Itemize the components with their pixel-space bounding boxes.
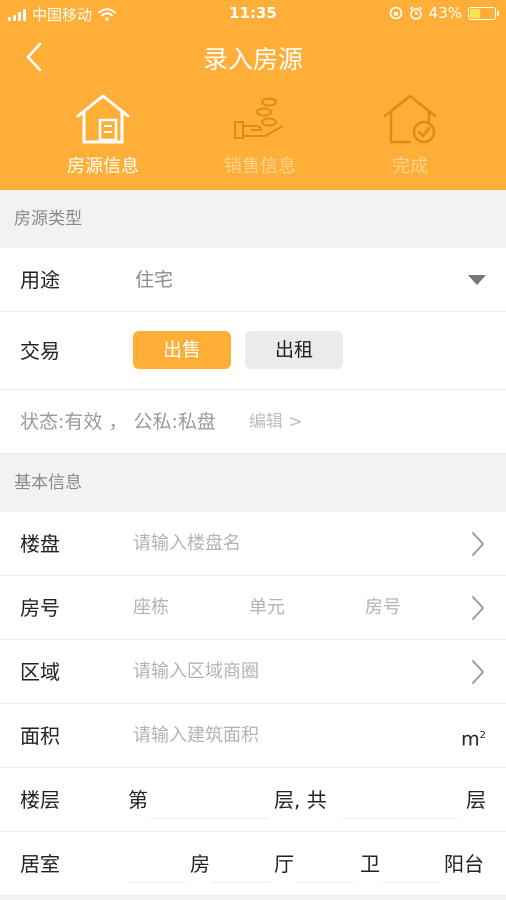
rent-button[interactable]: 出租: [245, 331, 343, 369]
floor-input[interactable]: [150, 818, 268, 819]
section-title-basic: 基本信息: [0, 454, 506, 512]
alarm-icon: [409, 6, 422, 20]
livingroom-unit: 厅: [274, 852, 294, 876]
size-input[interactable]: 请输入建筑面积: [133, 704, 259, 768]
usage-row[interactable]: 用途 住宅: [0, 248, 506, 312]
room-number-label: 房号: [20, 596, 60, 620]
rooms-row: 居室 房 厅 卫 阳台: [0, 832, 506, 896]
building-row[interactable]: 楼盘 请输入楼盘名: [0, 512, 506, 576]
district-label: 区域: [20, 660, 60, 684]
chevron-right-icon[interactable]: [470, 659, 486, 685]
header: 中国移动 11:35 43% 录入房源 房源信息 销售信息 完成: [0, 0, 506, 190]
house-doc-icon: [76, 94, 130, 144]
unit-input[interactable]: 单元: [249, 576, 285, 640]
step-label: 销售信息: [224, 156, 296, 177]
bathroom-unit: 卫: [360, 852, 380, 876]
chevron-right-icon[interactable]: [470, 531, 486, 557]
chevron-right-icon[interactable]: [470, 595, 486, 621]
page-title: 录入房源: [202, 45, 303, 74]
hand-coins-icon: [234, 97, 284, 139]
usage-value[interactable]: 住宅: [135, 248, 173, 312]
status-bar: 中国移动 11:35 43%: [0, 0, 506, 26]
floor-prefix: 第: [128, 788, 148, 812]
status-row: 状态:有效 ， 公私:私盘 编辑 >: [0, 390, 506, 454]
step-label: 房源信息: [67, 156, 139, 177]
bedroom-input[interactable]: [128, 882, 186, 883]
trade-label: 交易: [20, 339, 60, 363]
sell-button[interactable]: 出售: [133, 331, 231, 369]
orientation-lock-icon: [389, 6, 402, 20]
status-text: 状态:有效 ， 公私:私盘: [20, 411, 216, 433]
floor-mid: 层, 共: [274, 788, 327, 812]
floor-label: 楼层: [20, 788, 60, 812]
building-input[interactable]: 请输入楼盘名: [133, 512, 241, 576]
bathroom-input[interactable]: [296, 882, 354, 883]
size-row: 面积 请输入建筑面积 m2: [0, 704, 506, 768]
balcony-unit: 阳台: [444, 852, 484, 876]
step-sales-info: 销售信息: [190, 92, 330, 178]
district-input[interactable]: 请输入区域商圈: [133, 640, 259, 704]
floor-row: 楼层 第 层, 共 层: [0, 768, 506, 832]
step-house-info: 房源信息: [33, 92, 173, 178]
square-meter-unit: m2: [461, 728, 486, 751]
dropdown-triangle-icon[interactable]: [468, 275, 486, 285]
floor-suffix: 层: [466, 788, 486, 812]
size-label: 面积: [20, 724, 60, 748]
step-done: 完成: [340, 92, 480, 178]
edit-link[interactable]: 编辑 >: [249, 390, 303, 454]
trade-row: 交易 出售 出租: [0, 312, 506, 390]
battery-percent: 43%: [428, 4, 462, 22]
battery-icon: [468, 6, 499, 20]
usage-label: 用途: [20, 268, 60, 292]
building-block-input[interactable]: 座栋: [133, 576, 169, 640]
room-number-row: 房号 座栋 单元 房号: [0, 576, 506, 640]
district-row[interactable]: 区域 请输入区域商圈: [0, 640, 506, 704]
step-indicator: 房源信息 销售信息 完成: [0, 92, 506, 184]
house-check-icon: [383, 94, 437, 144]
bedroom-unit: 房: [190, 852, 210, 876]
room-input[interactable]: 房号: [365, 576, 401, 640]
rooms-label: 居室: [20, 852, 60, 876]
step-label: 完成: [392, 156, 428, 177]
section-title-type: 房源类型: [0, 190, 506, 248]
building-label: 楼盘: [20, 532, 60, 556]
livingroom-input[interactable]: [212, 882, 270, 883]
total-floor-input[interactable]: [342, 818, 458, 819]
balcony-input[interactable]: [382, 882, 440, 883]
